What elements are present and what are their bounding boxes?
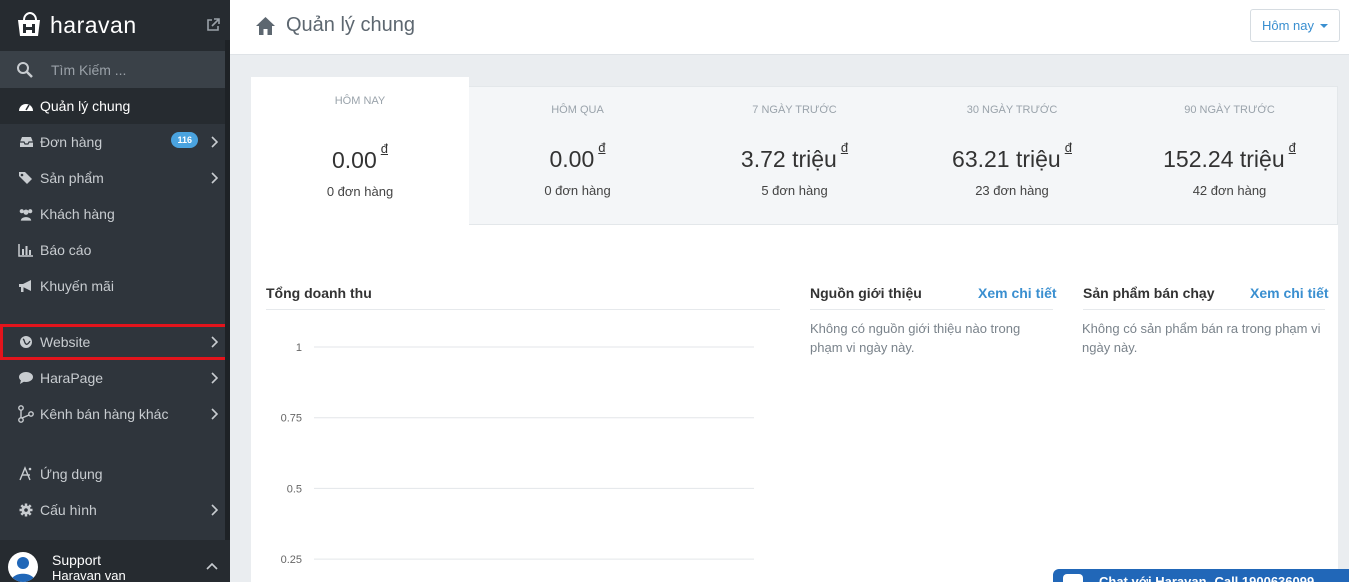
stat-orders: 0 đơn hàng [544,183,611,198]
bestsellers-empty-text: Không có sản phẩm bán ra trong phạm vi ng… [1082,321,1321,355]
divider [1083,309,1325,310]
haravan-logo-icon [18,11,40,36]
sidebar-item-label: Cấu hình [40,502,97,518]
y-tick-label: 1 [296,342,302,354]
chevron-right-icon [211,172,218,184]
bestsellers-title: Sản phẩm bán chạy [1083,285,1215,301]
search-input[interactable]: Tìm Kiếm ... [51,62,126,78]
stat-label: HÔM NAY [334,95,386,107]
stat-value: 152.24 triệu đ [1163,140,1296,172]
sidebar-item-label: Website [40,334,91,350]
megaphone-icon [18,278,34,294]
divider [810,309,1053,310]
stat-value: 0.00 đ [332,141,388,173]
stat-yesterday[interactable]: HÔM QUA 0.00 đ 0 đơn hàng [469,104,686,198]
brand-logo[interactable]: haravan [0,0,230,51]
sidebar-item-reports[interactable]: Báo cáo [0,232,230,268]
chevron-up-icon[interactable] [206,562,218,570]
stat-7-days[interactable]: 7 NGÀY TRƯỚC 3.72 triệu đ 5 đơn hàng [686,104,903,198]
sidebar-item-label: Sản phẩm [40,170,104,186]
support-title: Support [52,552,102,568]
orders-count-badge: 116 [171,132,198,148]
revenue-title: Tổng doanh thu [266,285,372,301]
sidebar-item-label: Quản lý chung [40,98,131,114]
dashboard-icon [18,98,34,114]
y-tick-label: 0.5 [287,483,302,495]
bestsellers-details-link[interactable]: Xem chi tiết [1250,285,1329,301]
referrals-title: Nguồn giới thiệu [810,285,922,301]
sidebar-item-customers[interactable]: Khách hàng [0,196,230,232]
sidebar-item-label: Báo cáo [40,242,92,258]
chat-icon [1063,574,1083,582]
support-panel[interactable]: Support Haravan van [0,540,230,582]
stat-orders: 23 đơn hàng [975,183,1049,198]
chat-widget[interactable]: Chat với Haravan- Call 1900636099 [1053,569,1349,582]
sidebar-scrollbar[interactable] [225,40,230,540]
comment-icon [18,370,34,386]
globe-icon [18,334,34,350]
chevron-right-icon [211,408,218,420]
sidebar-search[interactable]: Tìm Kiếm ... [0,51,230,88]
sidebar-item-apps[interactable]: Ứng dụng [0,456,230,492]
sidebar-item-dashboard[interactable]: Quản lý chung [0,88,230,124]
date-range-label: Hôm nay [1261,18,1315,33]
stat-orders: 42 đơn hàng [1192,183,1267,198]
stat-label: 7 NGÀY TRƯỚC [752,104,837,116]
sidebar-item-label: Đơn hàng [40,134,103,150]
sidebar-item-website[interactable]: Website [0,324,230,360]
apps-icon [18,466,34,482]
sidebar-item-label: Kênh bán hàng khác [40,406,169,422]
sidebar-item-label: HaraPage [40,370,104,386]
y-tick-label: 0.25 [281,554,302,566]
stat-label: HÔM QUA [551,104,604,116]
sidebar-item-label: Khuyến mãi [40,278,114,294]
sidebar-item-orders[interactable]: Đơn hàng 116 [0,124,230,160]
y-tick-label: 0.75 [281,413,302,425]
sidebar-item-label: Khách hàng [40,206,115,222]
stat-30-days[interactable]: 30 NGÀY TRƯỚC 63.21 triệu đ 23 đơn hàng [903,104,1121,198]
referrals-details-link[interactable]: Xem chi tiết [978,285,1057,301]
sidebar-item-promotions[interactable]: Khuyến mãi [0,268,230,304]
stat-90-days[interactable]: 90 NGÀY TRƯỚC 152.24 triệu đ 42 đơn hàng [1121,104,1338,198]
stat-today[interactable]: HÔM NAY 0.00 đ 0 đơn hàng [251,95,469,199]
external-link-icon[interactable] [206,18,220,32]
chevron-right-icon [211,336,218,348]
stat-value: 63.21 triệu đ [952,140,1072,172]
stat-label: 30 NGÀY TRƯỚC [966,104,1058,116]
stat-orders: 5 đơn hàng [761,183,828,198]
sidebar-item-other-channels[interactable]: Kênh bán hàng khác [0,396,230,432]
revenue-chart: 1 0.75 0.5 0.25 [281,342,754,566]
sidebar-item-products[interactable]: Sản phẩm [0,160,230,196]
page-header: Quản lý chung Hôm nay [230,0,1349,55]
avatar [8,552,38,582]
sidebar-item-label: Ứng dụng [40,466,103,482]
stat-orders: 0 đơn hàng [326,184,394,199]
tags-icon [18,170,34,186]
chat-label: Chat với Haravan- Call 1900636099 [1099,574,1315,582]
sidebar-item-harapage[interactable]: HaraPage [0,360,230,396]
home-icon [256,17,275,35]
caret-down-icon [1320,23,1329,28]
users-icon [18,206,34,222]
gear-icon [18,502,34,518]
stat-value: 0.00 đ [549,140,606,172]
stat-label: 90 NGÀY TRƯỚC [1184,104,1275,116]
stat-value: 3.72 triệu đ [740,140,849,172]
inbox-icon [18,134,34,150]
sidebar-item-settings[interactable]: Cấu hình [0,492,230,528]
date-range-dropdown[interactable]: Hôm nay [1250,9,1340,42]
sidebar: haravan Tìm Kiếm ... Quản lý chung Đơn h… [0,0,230,582]
chevron-right-icon [211,504,218,516]
search-icon [17,61,33,78]
chevron-right-icon [211,136,218,148]
support-subtitle: Haravan van [52,568,126,582]
referrals-empty-text: Không có nguồn giới thiệu nào trong phạm … [810,321,1021,355]
page-title: Quản lý chung [286,14,415,36]
share-icon [18,405,34,423]
chevron-right-icon [211,372,218,384]
bar-chart-icon [18,242,34,258]
divider [266,309,780,310]
brand-name: haravan [50,12,137,38]
